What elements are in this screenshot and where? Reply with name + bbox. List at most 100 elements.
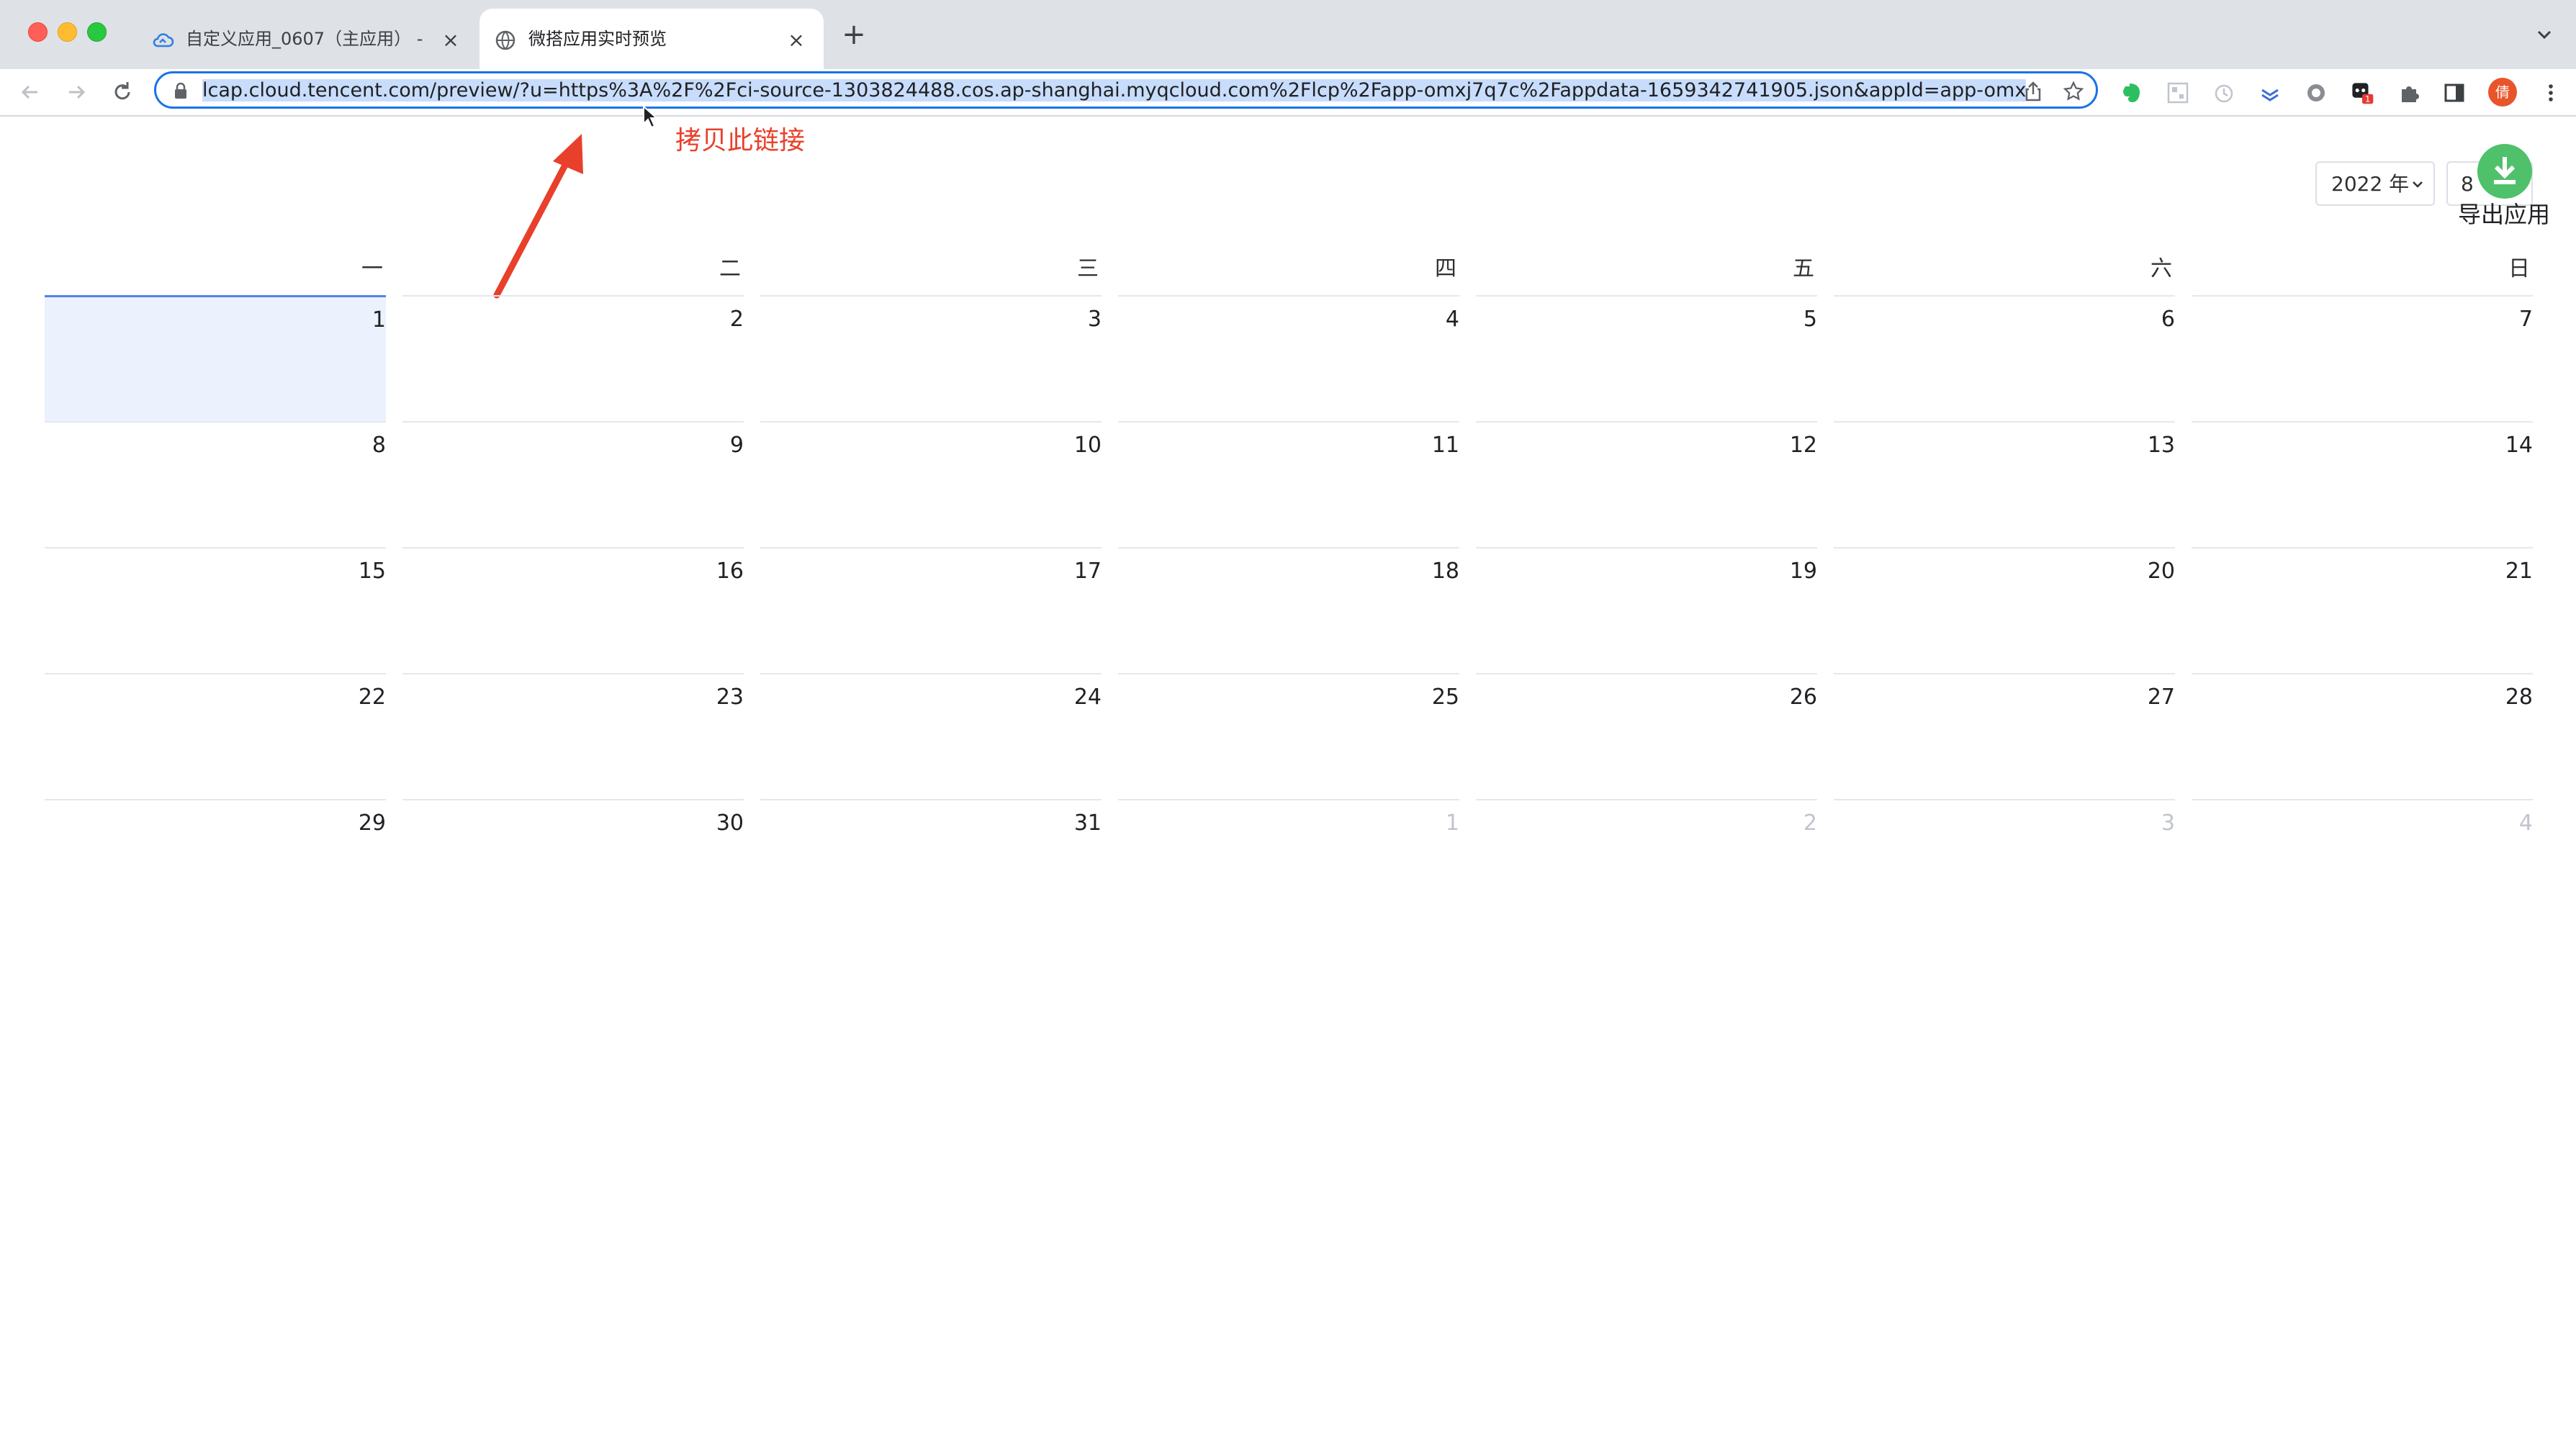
calendar-day-cell-other-month[interactable]: 1 [1118, 799, 1459, 925]
calendar-day-cell[interactable]: 1 [45, 295, 386, 421]
side-panel-icon[interactable] [2442, 81, 2467, 105]
calendar-day-cell[interactable]: 23 [402, 673, 744, 799]
day-number: 25 [1431, 685, 1459, 710]
day-number: 19 [1789, 559, 1817, 584]
calendar-day-cell[interactable]: 6 [1834, 295, 2175, 421]
day-number: 8 [371, 433, 386, 458]
calendar-day-cell[interactable]: 10 [760, 421, 1102, 547]
tab-custom-app[interactable]: 自定义应用_0607（主应用） - L × [137, 9, 475, 69]
calendar-day-cell[interactable]: 4 [1118, 295, 1459, 421]
window-close-button[interactable] [28, 22, 48, 42]
year-select[interactable]: 2022 年 [2315, 161, 2435, 206]
profile-avatar[interactable]: 倩 [2488, 78, 2517, 107]
day-number: 1 [371, 307, 386, 333]
day-number: 10 [1073, 433, 1102, 458]
window-minimize-button[interactable] [58, 22, 77, 42]
weekday-label: 四 [1435, 256, 1456, 281]
weekday-label: 五 [1793, 256, 1814, 281]
tab-close-icon[interactable]: × [785, 29, 808, 52]
day-number: 15 [358, 559, 386, 584]
calendar-day-cell[interactable]: 27 [1834, 673, 2175, 799]
calendar-day-cell-other-month[interactable]: 3 [1834, 799, 2175, 925]
weekday-label: 日 [2508, 256, 2530, 281]
more-menu-icon[interactable] [2539, 81, 2563, 105]
weekday-header: 一 [45, 245, 386, 295]
calendar-day-cell[interactable]: 20 [1834, 547, 2175, 673]
calendar-day-cell[interactable]: 25 [1118, 673, 1459, 799]
calendar-day-cell[interactable]: 18 [1118, 547, 1459, 673]
calendar-day-cell-other-month[interactable]: 4 [2192, 799, 2533, 925]
day-number: 26 [1789, 685, 1817, 710]
day-number: 12 [1789, 433, 1817, 458]
day-number: 14 [2505, 433, 2533, 458]
calendar-day-cell[interactable]: 9 [402, 421, 744, 547]
day-number: 4 [1445, 307, 1459, 332]
reload-icon[interactable] [108, 78, 137, 107]
browser-toolbar: lcap.cloud.tencent.com/preview/?u=https%… [0, 69, 2576, 117]
chevron-down-icon [2413, 181, 2423, 188]
calendar-day-cell-other-month[interactable]: 2 [1476, 799, 1817, 925]
timer-extension-icon[interactable] [2212, 81, 2236, 105]
calendar-day-cell[interactable]: 7 [2192, 295, 2533, 421]
day-number: 30 [716, 810, 744, 836]
day-number: 28 [2505, 685, 2533, 710]
layers-extension-icon[interactable] [2258, 81, 2282, 105]
share-icon[interactable] [2022, 81, 2044, 102]
calendar-day-cell[interactable]: 26 [1476, 673, 1817, 799]
bot-extension-icon[interactable]: 1 [2350, 81, 2374, 105]
evernote-extension-icon[interactable] [2120, 81, 2144, 105]
calendar-day-cell[interactable]: 5 [1476, 295, 1817, 421]
day-number: 20 [2147, 559, 2175, 584]
year-select-value: 2022 年 [2331, 172, 2410, 196]
weekday-header: 日 [2192, 245, 2533, 295]
puzzle-extensions-icon[interactable] [2397, 81, 2422, 105]
day-number: 16 [716, 559, 744, 584]
calendar-day-cell[interactable]: 12 [1476, 421, 1817, 547]
weekday-label: 二 [719, 256, 741, 281]
record-extension-icon[interactable] [2304, 81, 2328, 105]
lock-icon [175, 82, 186, 99]
calendar-day-cell[interactable]: 16 [402, 547, 744, 673]
qr-extension-icon[interactable] [2166, 81, 2190, 105]
day-number: 3 [1087, 307, 1102, 332]
day-number: 5 [1803, 307, 1817, 332]
export-app-button[interactable]: 导出应用 [2451, 141, 2557, 235]
day-number: 31 [1073, 810, 1102, 836]
calendar-day-cell[interactable]: 14 [2192, 421, 2533, 547]
chevron-down-icon[interactable] [2533, 23, 2556, 46]
calendar-day-cell[interactable]: 8 [45, 421, 386, 547]
url-text[interactable]: lcap.cloud.tencent.com/preview/?u=https%… [202, 78, 2027, 104]
extension-badge: 1 [2365, 94, 2371, 104]
day-number: 4 [2518, 810, 2533, 836]
forward-arrow-icon[interactable] [62, 78, 91, 107]
day-number: 23 [716, 685, 744, 710]
calendar-day-cell[interactable]: 13 [1834, 421, 2175, 547]
calendar-day-cell[interactable]: 17 [760, 547, 1102, 673]
day-number: 1 [1445, 810, 1459, 836]
weekday-label: 三 [1077, 256, 1099, 281]
address-bar[interactable]: lcap.cloud.tencent.com/preview/?u=https%… [154, 71, 2098, 109]
calendar-day-cell[interactable]: 22 [45, 673, 386, 799]
weekday-header: 四 [1118, 245, 1459, 295]
calendar-day-cell[interactable]: 31 [760, 799, 1102, 925]
tab-title: 自定义应用_0607（主应用） - L [186, 29, 427, 49]
calendar-day-cell[interactable]: 3 [760, 295, 1102, 421]
calendar-day-cell[interactable]: 24 [760, 673, 1102, 799]
day-number: 2 [1803, 810, 1817, 836]
bookmark-star-icon[interactable] [2063, 81, 2084, 102]
calendar-day-cell[interactable]: 28 [2192, 673, 2533, 799]
calendar-day-cell[interactable]: 29 [45, 799, 386, 925]
calendar-day-cell[interactable]: 30 [402, 799, 744, 925]
window-maximize-button[interactable] [87, 22, 107, 42]
globe-icon [495, 30, 515, 50]
calendar-day-cell[interactable]: 2 [402, 295, 744, 421]
calendar-day-cell[interactable]: 19 [1476, 547, 1817, 673]
calendar-day-cell[interactable]: 11 [1118, 421, 1459, 547]
new-tab-button[interactable]: + [839, 20, 868, 49]
tab-preview[interactable]: 微搭应用实时预览 × [479, 9, 824, 69]
back-arrow-icon[interactable] [16, 78, 45, 107]
calendar-day-cell[interactable]: 21 [2192, 547, 2533, 673]
calendar-day-cell[interactable]: 15 [45, 547, 386, 673]
tab-close-icon[interactable]: × [439, 29, 462, 52]
day-number: 27 [2147, 685, 2175, 710]
